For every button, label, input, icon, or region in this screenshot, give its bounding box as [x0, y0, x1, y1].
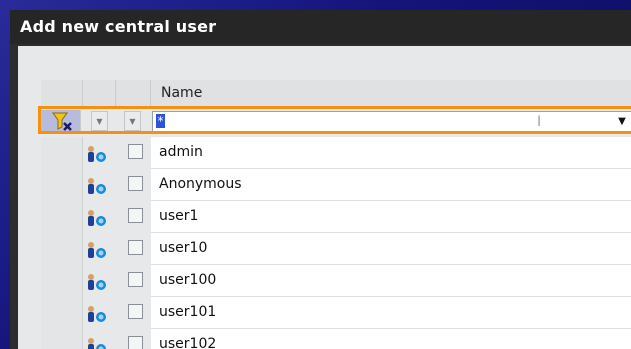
text-cursor-icon: I — [537, 114, 542, 130]
table-body: admin Anonymous user1 user10 user100 use… — [41, 137, 631, 349]
user-name: user100 — [159, 272, 217, 288]
central-user-icon — [88, 210, 106, 226]
row-marker-cell — [41, 297, 83, 329]
table-row[interactable]: user10 — [41, 233, 631, 265]
user-name: admin — [159, 144, 203, 160]
row-checkbox[interactable] — [128, 240, 143, 255]
user-name-cell[interactable]: user102 — [151, 329, 631, 349]
table-row[interactable]: Anonymous — [41, 169, 631, 201]
user-table: Name ▼ ▼ * I ▼ admin Anonymous user1 use… — [38, 80, 631, 349]
row-marker-cell — [41, 265, 83, 297]
window-frame: Add new central user Name ▼ ▼ * I ▼ admi… — [0, 0, 631, 349]
header-cell-type — [83, 80, 116, 106]
select-filter-dropdown[interactable]: ▼ — [124, 111, 141, 131]
user-name: user10 — [159, 240, 208, 256]
name-filter-dropdown-icon[interactable]: ▼ — [615, 114, 629, 129]
chevron-down-icon: ▼ — [96, 117, 103, 126]
user-name-cell[interactable]: Anonymous — [151, 169, 631, 201]
user-name-cell[interactable]: user101 — [151, 297, 631, 329]
table-row[interactable]: user1 — [41, 201, 631, 233]
central-user-icon — [88, 242, 106, 258]
row-marker-cell — [41, 329, 83, 349]
user-name: user1 — [159, 208, 199, 224]
user-name: Anonymous — [159, 176, 242, 192]
filter-clear-icon — [52, 112, 72, 131]
filter-text: * — [156, 114, 165, 128]
user-name: user101 — [159, 304, 217, 320]
chevron-down-icon: ▼ — [129, 117, 136, 126]
user-name: user102 — [159, 336, 217, 349]
central-user-icon — [88, 146, 106, 162]
central-user-icon — [88, 338, 106, 349]
table-row[interactable]: user101 — [41, 297, 631, 329]
row-checkbox[interactable] — [128, 208, 143, 223]
row-marker-cell — [41, 201, 83, 233]
central-user-icon — [88, 306, 106, 322]
table-header: Name — [41, 80, 631, 107]
dialog-title: Add new central user — [10, 10, 631, 44]
user-name-cell[interactable]: admin — [151, 137, 631, 169]
filter-clear-button[interactable] — [41, 110, 81, 132]
filter-row: ▼ ▼ * I ▼ — [38, 106, 631, 137]
row-checkbox[interactable] — [128, 336, 143, 349]
dialog-content: Name ▼ ▼ * I ▼ admin Anonymous user1 use… — [18, 46, 631, 349]
row-checkbox[interactable] — [128, 176, 143, 191]
row-checkbox[interactable] — [128, 272, 143, 287]
user-name-cell[interactable]: user10 — [151, 233, 631, 265]
table-row[interactable]: admin — [41, 137, 631, 169]
row-marker-cell — [41, 233, 83, 265]
table-row[interactable]: user100 — [41, 265, 631, 297]
add-central-user-dialog: Add new central user Name ▼ ▼ * I ▼ admi… — [10, 10, 631, 349]
table-row[interactable]: user102 — [41, 329, 631, 349]
central-user-icon — [88, 178, 106, 194]
central-user-icon — [88, 274, 106, 290]
row-marker-cell — [41, 169, 83, 201]
user-name-cell[interactable]: user1 — [151, 201, 631, 233]
row-marker-cell — [41, 137, 83, 169]
row-checkbox[interactable] — [128, 144, 143, 159]
type-filter-dropdown[interactable]: ▼ — [91, 111, 108, 131]
header-cell-row-marker — [41, 80, 83, 106]
row-checkbox[interactable] — [128, 304, 143, 319]
user-name-cell[interactable]: user100 — [151, 265, 631, 297]
name-column-header[interactable]: Name — [161, 80, 202, 106]
name-filter-input[interactable]: * I ▼ — [152, 111, 631, 132]
header-cell-select — [116, 80, 151, 106]
